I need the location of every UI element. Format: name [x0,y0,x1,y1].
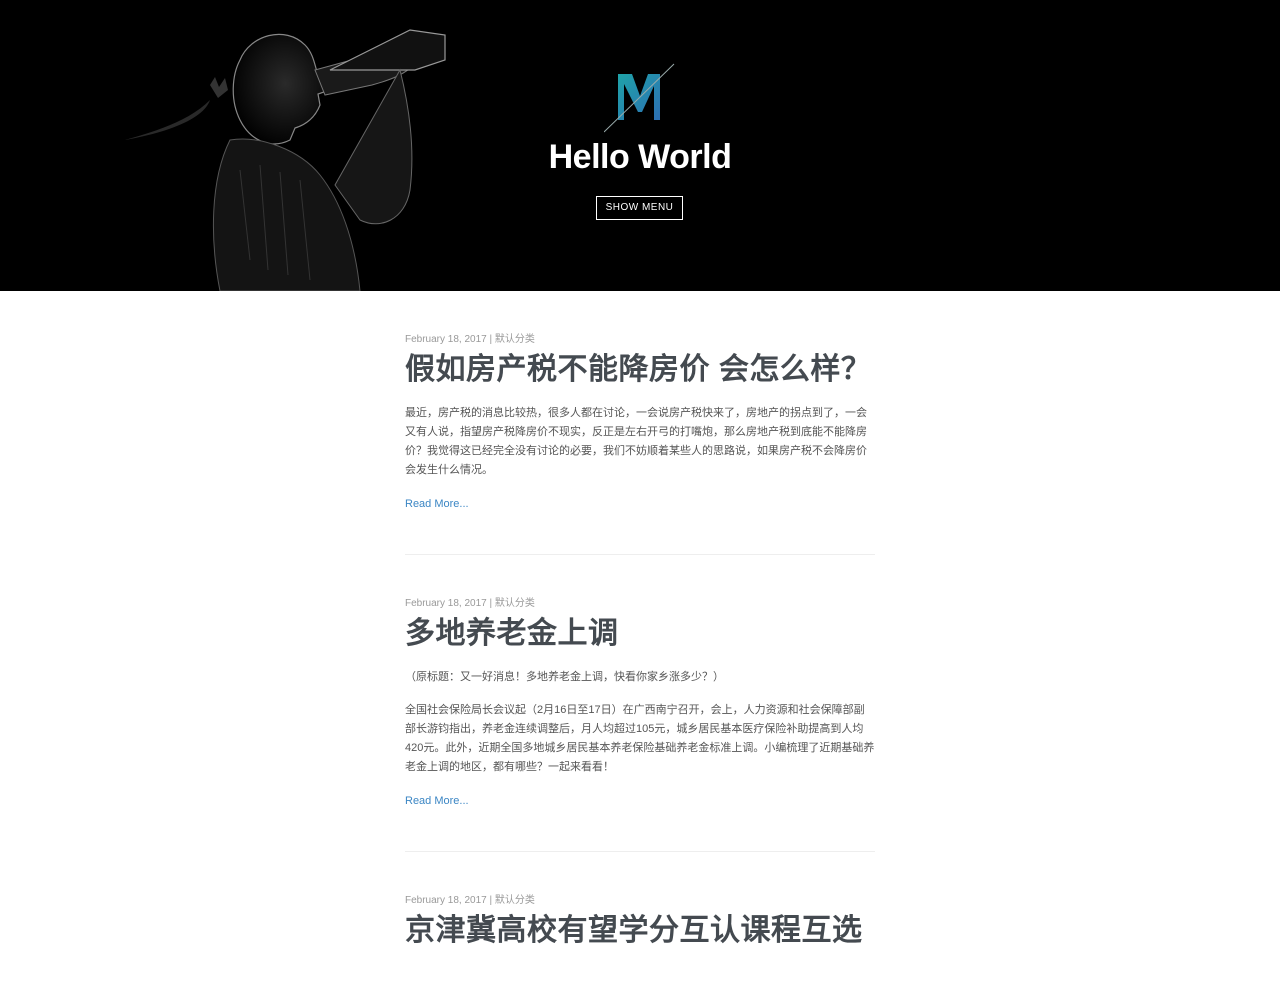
post-category-link[interactable]: 默认分类 [495,598,535,609]
read-more-link[interactable]: Read More... [405,498,469,510]
post-title[interactable]: 多地养老金上调 [405,616,875,652]
post-title[interactable]: 京津冀高校有望学分互认课程互选 [405,913,875,949]
post-meta: February 18, 2017 | 默认分类 [405,598,875,610]
post-meta: February 18, 2017 | 默认分类 [405,895,875,907]
post-item: February 18, 2017 | 默认分类 京津冀高校有望学分互认课程互选 [405,852,875,1007]
post-meta: February 18, 2017 | 默认分类 [405,334,875,346]
post-date: February 18, 2017 [405,334,487,345]
post-excerpt: （原标题：又一好消息！多地养老金上调，快看你家乡涨多少？） [405,671,724,683]
show-menu-button[interactable]: SHOW MENU [596,196,683,220]
meta-separator: | [489,895,493,906]
m-logo-icon[interactable] [604,62,676,134]
hero-center: Hello World SHOW MENU [0,0,1280,291]
post-date: February 18, 2017 [405,895,487,906]
site-title: Hello World [548,138,732,176]
post-item: February 18, 2017 | 默认分类 假如房产税不能降房价 会怎么样… [405,291,875,555]
meta-separator: | [489,598,493,609]
post-category-link[interactable]: 默认分类 [495,895,535,906]
post-date: February 18, 2017 [405,598,487,609]
post-item: February 18, 2017 | 默认分类 多地养老金上调 （原标题：又一… [405,555,875,852]
post-category-link[interactable]: 默认分类 [495,334,535,345]
post-excerpt: 全国社会保险局长会议起（2月16日至17日）在广西南宁召开，会上，人力资源和社会… [405,704,875,773]
post-excerpt: 最近，房产税的消息比较热，很多人都在讨论，一会说房产税快来了，房地产的拐点到了，… [405,407,867,476]
hero-banner: Hello World SHOW MENU [0,0,1280,291]
meta-separator: | [489,334,493,345]
read-more-link[interactable]: Read More... [405,795,469,807]
post-title[interactable]: 假如房产税不能降房价 会怎么样？ [405,352,875,388]
